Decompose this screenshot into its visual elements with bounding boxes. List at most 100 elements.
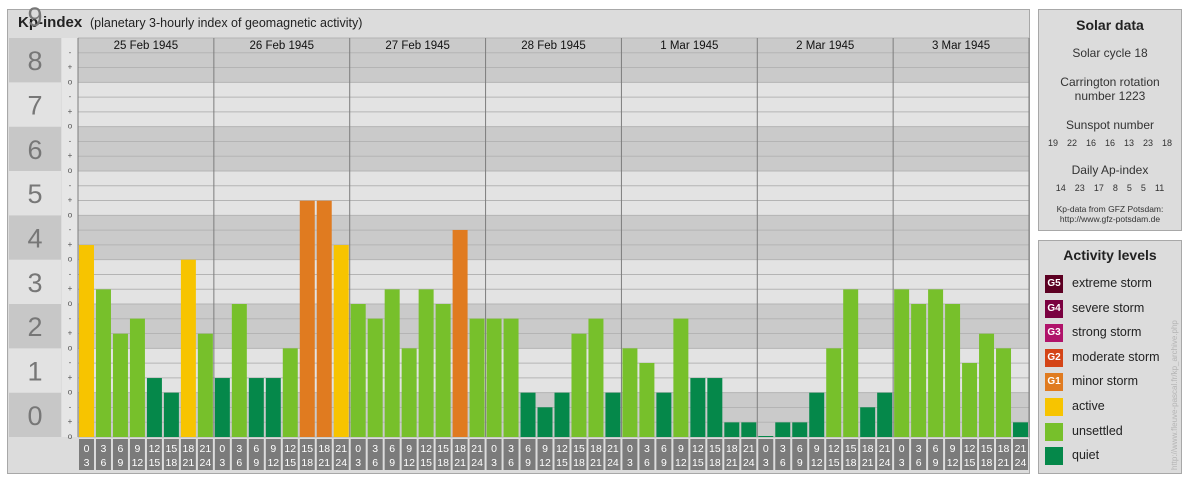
time-interval-end: 15 bbox=[149, 457, 161, 469]
grid-band bbox=[78, 82, 1029, 127]
sunspot-values: 19 22 16 16 13 23 18 bbox=[1039, 138, 1181, 148]
minor-tick-label: + bbox=[68, 329, 73, 338]
time-interval-end: 24 bbox=[607, 457, 619, 469]
minor-tick-label: - bbox=[69, 181, 72, 190]
time-interval-start: 3 bbox=[372, 443, 378, 455]
time-interval-end: 6 bbox=[101, 457, 107, 469]
time-interval-start: 9 bbox=[678, 443, 684, 455]
minor-tick-label: o bbox=[68, 166, 73, 175]
kp-bar bbox=[520, 392, 536, 437]
time-interval-end: 6 bbox=[644, 457, 650, 469]
time-interval-end: 12 bbox=[267, 457, 279, 469]
kp-bar bbox=[95, 289, 111, 437]
time-interval-start: 9 bbox=[406, 443, 412, 455]
time-interval-start: 6 bbox=[253, 443, 259, 455]
legend-item: unsettled bbox=[1045, 422, 1181, 441]
y-tick-label: 8 bbox=[27, 46, 42, 76]
time-interval-start: 0 bbox=[899, 443, 905, 455]
legend-label: unsettled bbox=[1072, 423, 1123, 438]
time-interval-start: 12 bbox=[828, 443, 840, 455]
time-interval-end: 21 bbox=[590, 457, 602, 469]
time-interval-start: 0 bbox=[219, 443, 225, 455]
kp-bar bbox=[79, 245, 94, 437]
time-interval-start: 21 bbox=[471, 443, 483, 455]
legend-swatch: G2 bbox=[1045, 348, 1063, 367]
grid-band bbox=[78, 259, 1029, 304]
carrington-line1: Carrington rotation bbox=[1060, 75, 1160, 89]
time-interval-end: 3 bbox=[84, 457, 90, 469]
minor-tick-label: + bbox=[68, 240, 73, 249]
grid-band bbox=[78, 126, 1029, 171]
time-interval-start: 12 bbox=[420, 443, 432, 455]
sunspot-value: 19 bbox=[1047, 138, 1058, 148]
time-interval-start: 6 bbox=[118, 443, 124, 455]
legend-item: G2 moderate storm bbox=[1045, 348, 1181, 367]
kp-bar bbox=[316, 200, 332, 437]
day-label: 26 Feb 1945 bbox=[249, 40, 314, 52]
time-interval-start: 18 bbox=[998, 443, 1010, 455]
legend-label: active bbox=[1072, 399, 1105, 413]
time-interval-start: 21 bbox=[879, 443, 891, 455]
time-interval-end: 3 bbox=[219, 457, 225, 469]
ap-index-value: 11 bbox=[1154, 183, 1165, 193]
time-interval-end: 6 bbox=[372, 457, 378, 469]
time-interval-start: 18 bbox=[183, 443, 195, 455]
day-label: 25 Feb 1945 bbox=[114, 40, 179, 52]
time-interval-start: 9 bbox=[135, 443, 141, 455]
time-interval-start: 15 bbox=[709, 443, 721, 455]
kp-bar bbox=[571, 333, 587, 437]
sunspot-value: 13 bbox=[1124, 138, 1135, 148]
time-interval-end: 12 bbox=[675, 457, 687, 469]
kp-bar bbox=[333, 245, 349, 437]
time-interval-start: 3 bbox=[236, 443, 242, 455]
kp-bar bbox=[537, 407, 553, 437]
time-interval-end: 15 bbox=[556, 457, 568, 469]
time-interval-end: 6 bbox=[236, 457, 242, 469]
legend-item: quiet bbox=[1045, 447, 1181, 466]
time-interval-start: 9 bbox=[950, 443, 956, 455]
time-interval-end: 21 bbox=[998, 457, 1010, 469]
kp-bar bbox=[979, 333, 995, 437]
watermark-url: http://www.fleuve-pascal.fr/kp_archive.p… bbox=[1170, 320, 1179, 470]
minor-tick-label: - bbox=[69, 92, 72, 101]
minor-tick-label: - bbox=[69, 48, 72, 57]
minor-tick-label: + bbox=[68, 417, 73, 426]
legend-label: moderate storm bbox=[1072, 349, 1160, 364]
ap-index-title: Daily Ap-index bbox=[1071, 163, 1149, 177]
kp-bar bbox=[214, 378, 230, 437]
day-label: 27 Feb 1945 bbox=[385, 40, 450, 52]
kp-bar bbox=[469, 318, 485, 437]
kp-bar bbox=[894, 289, 910, 437]
data-source-link[interactable]: http://www.gfz-potsdam.de bbox=[1039, 214, 1181, 224]
solar-data-title: Solar data bbox=[1076, 17, 1144, 33]
ap-index-value: 5 bbox=[1140, 183, 1146, 193]
time-interval-start: 15 bbox=[573, 443, 585, 455]
time-interval-start: 6 bbox=[525, 443, 531, 455]
time-interval-start: 0 bbox=[627, 443, 633, 455]
time-interval-end: 3 bbox=[627, 457, 633, 469]
grid-band bbox=[78, 171, 1029, 216]
time-interval-start: 12 bbox=[149, 443, 161, 455]
kp-bar bbox=[843, 289, 859, 437]
time-interval-end: 9 bbox=[933, 457, 939, 469]
time-interval-start: 3 bbox=[101, 443, 107, 455]
time-interval-end: 21 bbox=[862, 457, 874, 469]
time-interval-end: 15 bbox=[420, 457, 432, 469]
time-interval-start: 12 bbox=[556, 443, 568, 455]
minor-tick-label: - bbox=[69, 358, 72, 367]
kp-bar bbox=[486, 318, 502, 437]
time-interval-start: 12 bbox=[964, 443, 976, 455]
solar-data-panel: Solar data Solar cycle 18 Carrington rot… bbox=[1038, 9, 1182, 231]
y-tick-label: 9 bbox=[27, 2, 42, 32]
y-tick-label: 7 bbox=[27, 91, 42, 121]
kp-bar bbox=[367, 318, 383, 437]
kp-bar bbox=[384, 289, 400, 437]
data-source-line1: Kp-data from GFZ Potsdam: bbox=[1056, 204, 1164, 214]
kp-bar bbox=[656, 392, 672, 437]
kp-bar bbox=[265, 378, 281, 437]
legend-swatch: G5 bbox=[1045, 275, 1063, 293]
time-interval-end: 9 bbox=[118, 457, 124, 469]
kp-bar bbox=[418, 289, 434, 437]
time-interval-end: 24 bbox=[471, 457, 483, 469]
sunspot-value: 16 bbox=[1085, 138, 1096, 148]
